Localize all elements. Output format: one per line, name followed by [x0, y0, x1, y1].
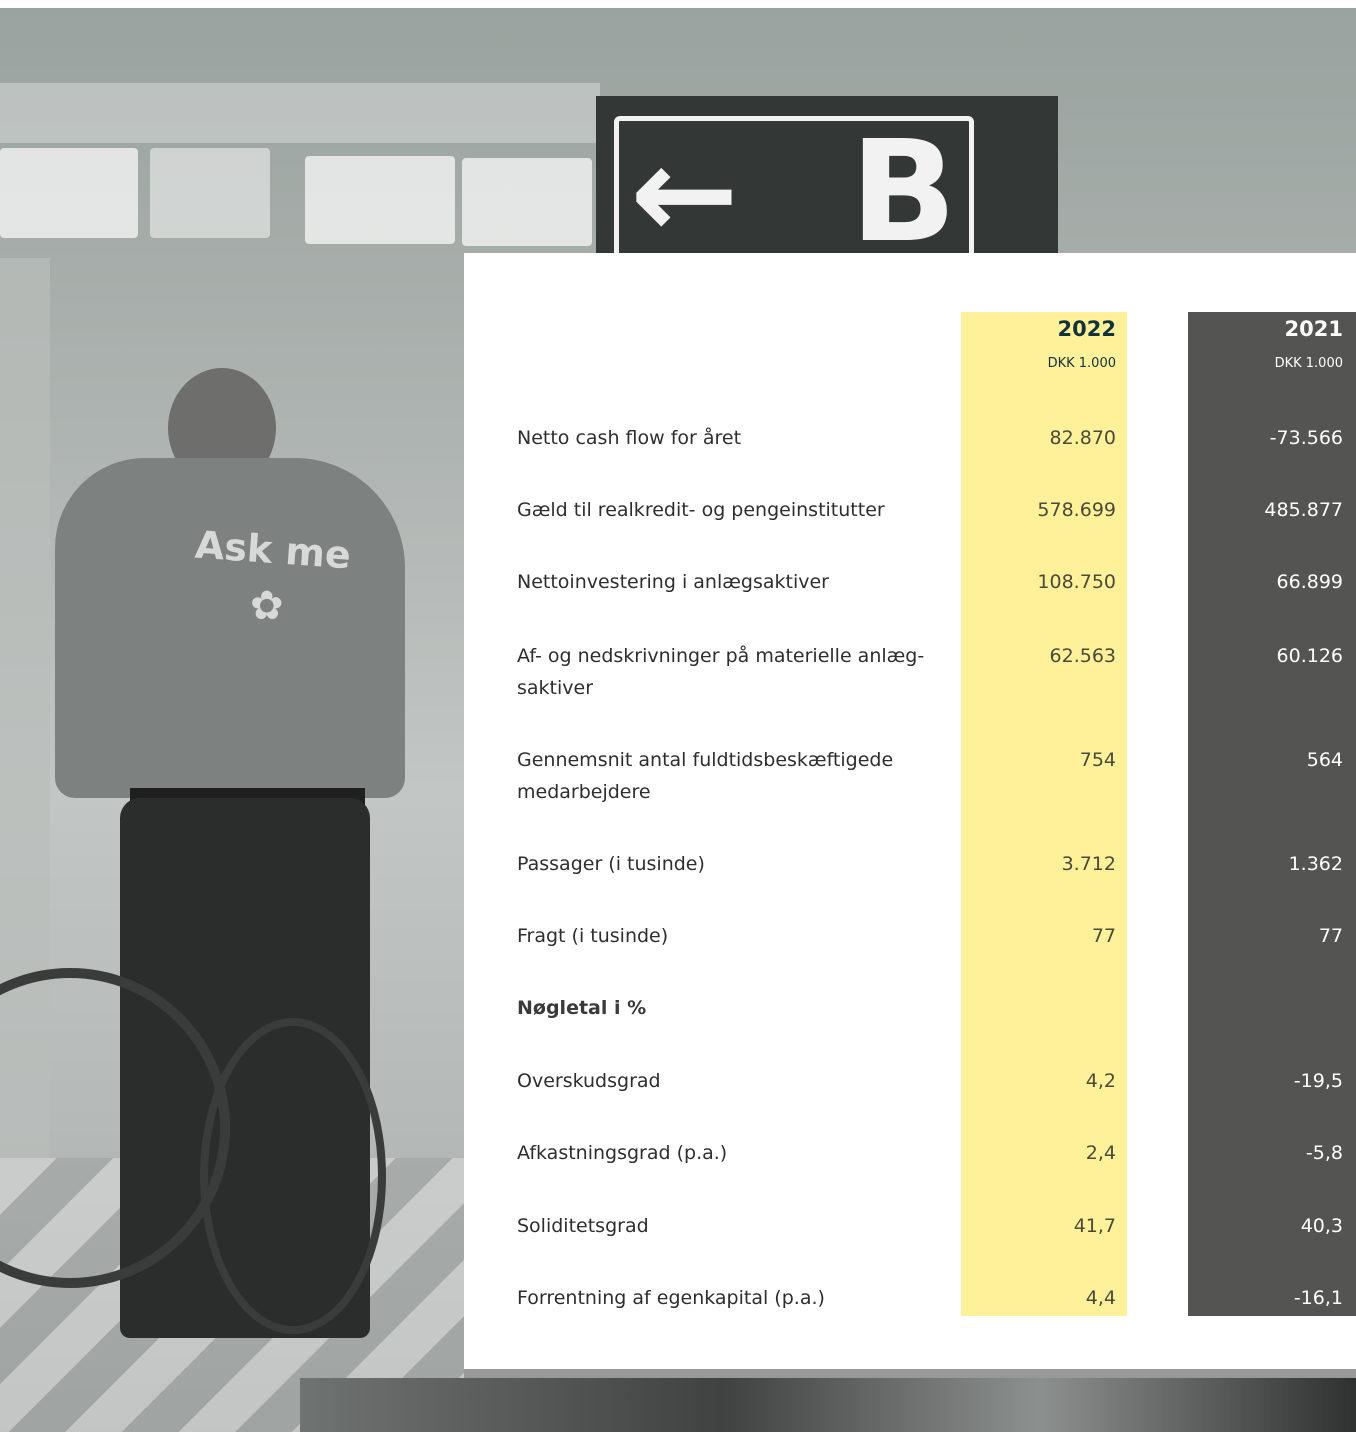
airline-sign-panel [305, 156, 455, 244]
value-2021: 564 [1306, 749, 1343, 771]
airline-sign-strip [0, 83, 600, 143]
value-2021: -73.566 [1269, 427, 1343, 449]
value-2022: 754 [1079, 749, 1116, 771]
key-figures-card: 2022 DKK 1.000 2021 DKK 1.000 Netto cash… [464, 253, 1356, 1369]
value-2021: -16,1 [1293, 1287, 1343, 1309]
value-2021: -19,5 [1293, 1070, 1343, 1092]
column-header-year: 2022 [1057, 317, 1116, 341]
value-2022: 62.563 [1049, 645, 1116, 667]
row-label: Soliditetsgrad [517, 1215, 649, 1237]
value-2022: 108.750 [1037, 571, 1116, 593]
row-label: Netto cash flow for året [517, 427, 742, 449]
airline-sign-panel [462, 158, 592, 246]
value-2022: 578.699 [1037, 499, 1116, 521]
value-2022: 3.712 [1061, 853, 1116, 875]
value-2021: 40,3 [1300, 1215, 1343, 1237]
person-torso [55, 458, 405, 798]
value-2021: -5,8 [1305, 1142, 1343, 1164]
airline-sign-panel [150, 148, 270, 238]
value-2021: 60.126 [1276, 645, 1343, 667]
row-label: Gennemsnit antal fuldtidsbeskæftigede me… [517, 749, 894, 803]
column-header-unit: DKK 1.000 [1047, 356, 1116, 371]
column-header-year: 2021 [1284, 317, 1343, 341]
value-2022: 2,4 [1085, 1142, 1116, 1164]
value-2021: 66.899 [1276, 571, 1343, 593]
value-2022: 82.870 [1049, 427, 1116, 449]
wheelchair-wheel [200, 1018, 386, 1334]
value-2022: 77 [1091, 925, 1116, 947]
left-arrow-icon: ← [630, 117, 739, 269]
foreground-leaves [300, 1378, 1356, 1432]
bee-logo-icon: ✿ [250, 583, 284, 629]
column-header-unit: DKK 1.000 [1274, 356, 1343, 371]
row-label: Overskudsgrad [517, 1070, 661, 1092]
row-label: Nettoinvestering i anlægsaktiver [517, 571, 829, 593]
row-label: Af- og nedskrivninger på materielle anlæ… [517, 645, 925, 699]
section-heading: Nøgletal i % [517, 997, 647, 1019]
value-2021: 485.877 [1264, 499, 1343, 521]
row-label: Forrentning af egenkapital (p.a.) [517, 1287, 825, 1309]
gate-letter: B [850, 111, 957, 274]
row-label: Fragt (i tusinde) [517, 925, 669, 947]
row-label: Afkastningsgrad (p.a.) [517, 1142, 728, 1164]
value-2022: 4,4 [1085, 1287, 1116, 1309]
value-2021: 1.362 [1288, 853, 1343, 875]
value-2021: 77 [1318, 925, 1343, 947]
airline-sign-panel [0, 148, 138, 238]
row-label: Gæld til realkredit- og pengeinstitutter [517, 499, 885, 521]
value-2022: 41,7 [1073, 1215, 1116, 1237]
value-2022: 4,2 [1085, 1070, 1116, 1092]
row-label: Passager (i tusinde) [517, 853, 705, 875]
